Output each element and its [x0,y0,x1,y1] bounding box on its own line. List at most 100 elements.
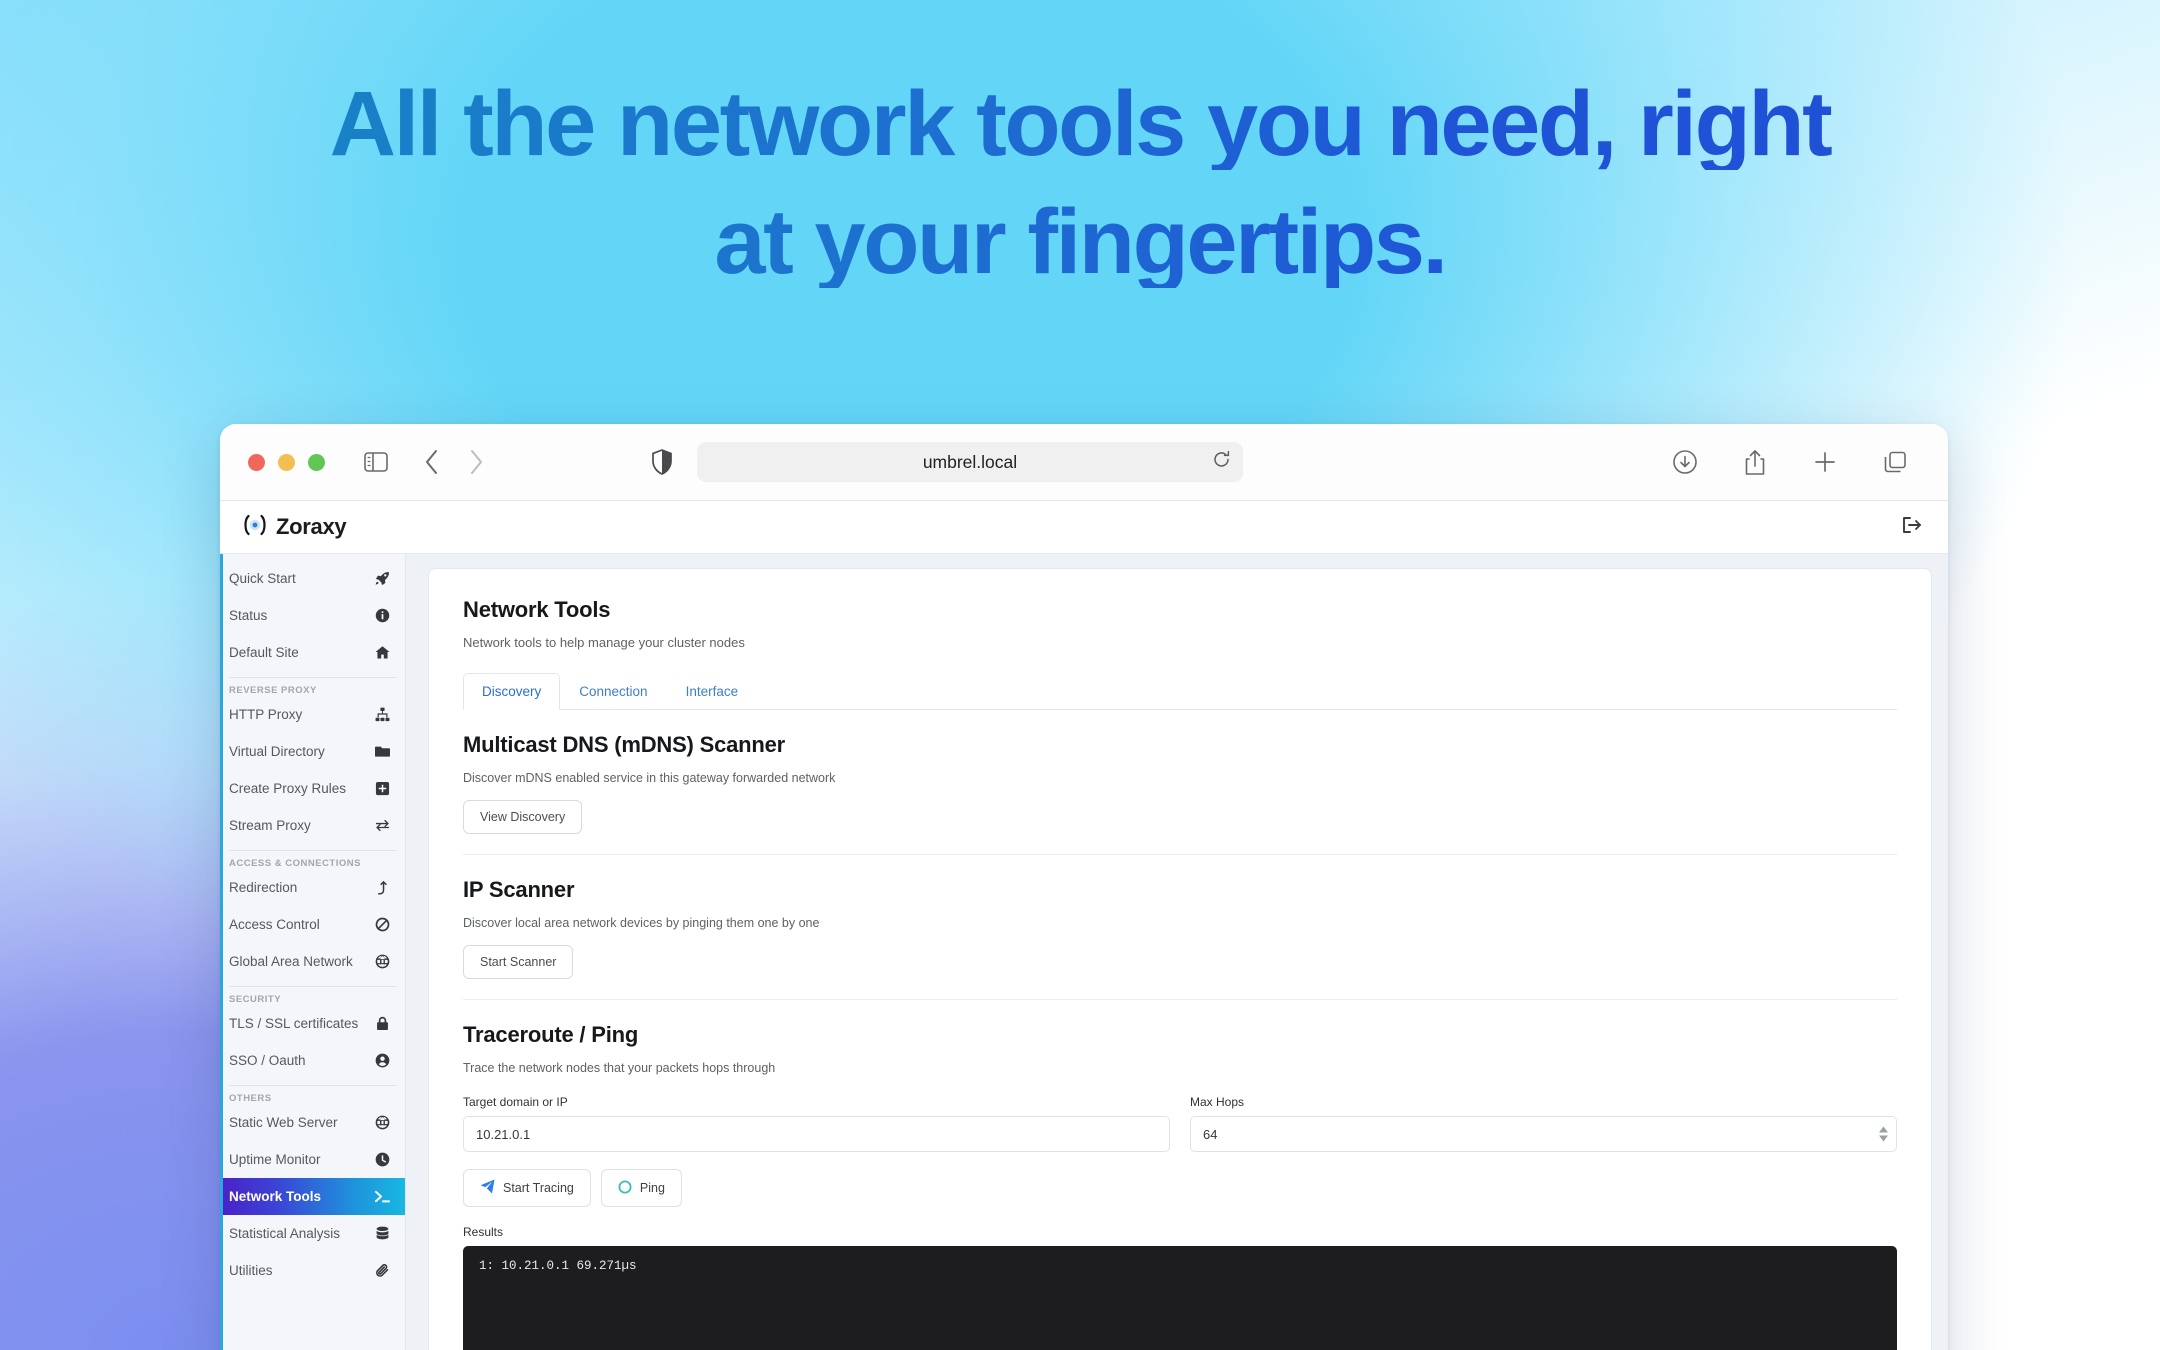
ip-scanner-description: Discover local area network devices by p… [463,916,820,930]
lock-icon [373,1016,391,1031]
sidebar-item-global-area-network[interactable]: Global Area Network [223,943,405,980]
info-icon [373,608,391,623]
sidebar-item-sso-oauth[interactable]: SSO / Oauth [223,1042,405,1079]
app-body: Quick Start Status Default Site REVERSE PRO… [220,554,1948,1350]
maxhops-field-group: Max Hops 64 [1190,1095,1897,1152]
address-bar[interactable]: umbrel.local [697,442,1243,482]
sidebar-item-utilities[interactable]: Utilities [223,1252,405,1289]
tab-interface[interactable]: Interface [667,673,758,710]
sidebar-item-label: Global Area Network [229,954,353,969]
logout-icon[interactable] [1902,516,1922,539]
sidebar-item-static-web-server[interactable]: Static Web Server [223,1104,405,1141]
sidebar-group-heading: ACCESS & CONNECTIONS [229,850,397,869]
sidebar-group-heading: REVERSE PROXY [229,677,397,696]
number-stepper-icon[interactable] [1879,1126,1888,1142]
sidebar-item-redirection[interactable]: Redirection [223,869,405,906]
sidebar-item-label: HTTP Proxy [229,707,303,722]
traceroute-fields: Target domain or IP 10.21.0.1 Max Hops 6… [463,1095,1897,1152]
sitemap-icon [373,707,391,722]
sidebar-item-uptime-monitor[interactable]: Uptime Monitor [223,1141,405,1178]
ban-icon [373,917,391,932]
chevron-right-icon[interactable] [459,445,493,479]
minimize-window-button[interactable] [278,453,295,471]
maxhops-input-value: 64 [1203,1126,1218,1142]
sidebar-item-label: Network Tools [229,1189,322,1204]
sidebar-item-label: Uptime Monitor [229,1152,321,1167]
download-icon[interactable] [1668,445,1702,479]
start-scanner-button[interactable]: Start Scanner [463,945,574,979]
window-controls[interactable] [248,453,325,471]
main-content-wrapper: Network Tools Network tools to help mana… [406,554,1948,1350]
sidebar-item-label: Stream Proxy [229,818,311,833]
circle-notch-icon [618,1180,632,1197]
page-title: Network Tools [463,597,611,622]
terminal-line: 1: 10.21.0.1 69.271µs [479,1259,637,1273]
share-icon[interactable] [1738,445,1772,479]
start-tracing-label: Start Tracing [503,1181,574,1195]
ping-button[interactable]: Ping [600,1169,682,1207]
view-discovery-label: View Discovery [480,810,566,824]
home-icon [373,645,391,660]
globe-icon [373,1115,391,1130]
arrow-turn-up-icon [373,880,391,895]
tab-connection[interactable]: Connection [560,673,666,710]
start-scanner-label: Start Scanner [480,955,557,969]
brand[interactable]: Zoraxy [242,513,347,542]
user-circle-icon [373,1053,391,1068]
tab-overview-icon[interactable] [1878,445,1912,479]
section-ip-scanner: IP Scanner Discover local area network d… [463,855,1897,1000]
maxhops-input[interactable]: 64 [1190,1116,1897,1152]
sidebar-item-statistical-analysis[interactable]: Statistical Analysis [223,1215,405,1252]
ip-scanner-title: IP Scanner [463,877,575,902]
chevron-left-icon[interactable] [415,445,449,479]
target-input-value: 10.21.0.1 [476,1126,531,1142]
close-window-button[interactable] [248,453,265,471]
sidebar-item-create-proxy-rules[interactable]: Create Proxy Rules [223,770,405,807]
sidebar-item-label: Access Control [229,917,320,932]
tab-discovery[interactable]: Discovery [463,673,561,710]
sidebar-item-access-control[interactable]: Access Control [223,906,405,943]
database-icon [373,1226,391,1241]
folder-icon [373,744,391,759]
sidebar-item-label: Default Site [229,645,299,660]
paperclip-icon [373,1263,391,1278]
sidebar-item-virtual-directory[interactable]: Virtual Directory [223,733,405,770]
plus-square-icon [373,781,391,796]
app-header: Zoraxy [220,501,1948,554]
start-tracing-button[interactable]: Start Tracing [463,1169,591,1207]
sidebar-item-stream-proxy[interactable]: Stream Proxy [223,807,405,844]
zoraxy-logo-icon [242,513,268,542]
target-input[interactable]: 10.21.0.1 [463,1116,1170,1152]
sidebar-item-label: Statistical Analysis [229,1226,341,1241]
sidebar-toggle-icon[interactable] [359,445,393,479]
exchange-icon [373,818,391,833]
globe-icon [373,954,391,969]
maxhops-field-label: Max Hops [1190,1095,1245,1109]
results-terminal: 1: 10.21.0.1 69.271µs [463,1246,1897,1350]
sidebar-item-status[interactable]: Status [223,597,405,634]
clock-icon [373,1152,391,1167]
rocket-icon [373,571,391,586]
traceroute-description: Trace the network nodes that your packet… [463,1061,776,1075]
sidebar-item-tls-ssl-certificates[interactable]: TLS / SSL certificates [223,1005,405,1042]
brand-name: Zoraxy [276,514,347,539]
sidebar-item-label: Redirection [229,880,298,895]
mdns-title: Multicast DNS (mDNS) Scanner [463,732,786,757]
sidebar-item-http-proxy[interactable]: HTTP Proxy [223,696,405,733]
sidebar-item-label: Virtual Directory [229,744,325,759]
reload-icon[interactable] [1212,450,1231,474]
zoom-window-button[interactable] [308,453,325,471]
sidebar-item-default-site[interactable]: Default Site [223,634,405,671]
sidebar-item-label: Status [229,608,268,623]
mdns-description: Discover mDNS enabled service in this ga… [463,771,836,785]
sidebar-item-label: Quick Start [229,571,296,586]
shield-icon[interactable] [645,445,679,479]
sidebar-group-heading: OTHERS [229,1085,397,1104]
headline-line-2: at your fingertips. [140,196,2020,288]
browser-toolbar: umbrel.local [220,424,1948,501]
plus-icon[interactable] [1808,445,1842,479]
sidebar-item-quick-start[interactable]: Quick Start [223,560,405,597]
sidebar-item-network-tools[interactable]: Network Tools [223,1178,405,1215]
toolbar-right-actions [1668,424,1912,500]
view-discovery-button[interactable]: View Discovery [463,800,583,834]
